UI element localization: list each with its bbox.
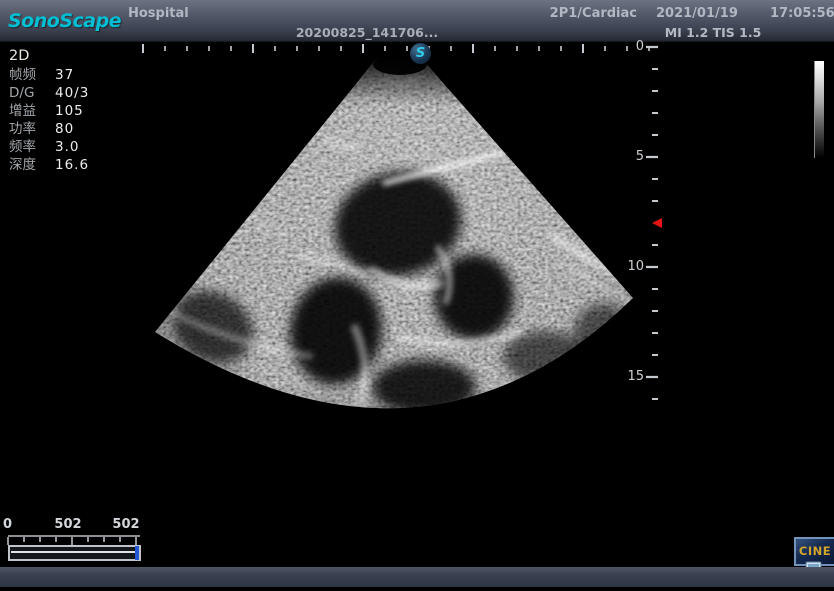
- param-row-frame-rate: 帧频37: [9, 66, 89, 84]
- mode-label: 2D: [9, 46, 89, 66]
- depth-ruler-label: 5: [618, 150, 644, 164]
- cine-current-frame-label: 502: [48, 517, 88, 532]
- cine-ruler: [8, 536, 140, 545]
- probe-exam-preset: 2P1/Cardiac: [537, 6, 637, 21]
- bottom-bar: [0, 567, 834, 587]
- cine-start-label: 0: [3, 517, 19, 532]
- param-row-dynamic-range: D/G40/3: [9, 84, 89, 102]
- hospital-name: Hospital: [128, 6, 189, 21]
- depth-ruler-label: 15: [618, 370, 644, 384]
- param-label: 帧频: [9, 66, 55, 84]
- focus-marker: [652, 218, 662, 228]
- mi-tis-indicator: MI 1.2 TIS 1.5: [653, 25, 773, 40]
- param-label: 频率: [9, 138, 55, 156]
- depth-ruler-label: 0: [618, 40, 644, 54]
- param-row-frequency: 频率3.0: [9, 138, 89, 156]
- cine-total-frames-label: 502: [106, 517, 146, 532]
- cine-progress-track[interactable]: [8, 545, 141, 561]
- param-label: 功率: [9, 120, 55, 138]
- depth-ruler-label: 10: [618, 260, 644, 274]
- grayscale-map-bar: [814, 61, 824, 158]
- param-row-power: 功率80: [9, 120, 89, 138]
- patient-file-name: 20200825_141706...: [287, 25, 447, 40]
- param-value: 16.6: [55, 157, 89, 173]
- param-label: 深度: [9, 156, 55, 174]
- brand-logo: SonoScape: [8, 10, 121, 32]
- param-value: 80: [55, 121, 74, 137]
- param-value: 37: [55, 67, 74, 83]
- param-label: D/G: [9, 84, 55, 102]
- param-label: 增益: [9, 102, 55, 120]
- imaging-params-panel: 2D 帧频37 D/G40/3 增益105 功率80 频率3.0 深度16.6: [9, 46, 89, 174]
- param-value: 3.0: [55, 139, 79, 155]
- ultrasound-image-canvas[interactable]: [0, 0, 834, 587]
- top-ruler: [143, 44, 649, 53]
- probe-orientation-icon: S: [410, 43, 431, 64]
- echo-fan-image[interactable]: [140, 50, 660, 435]
- header-bar: SonoScape Hospital 2P1/Cardiac 2021/01/1…: [0, 0, 834, 42]
- param-row-depth: 深度16.6: [9, 156, 89, 174]
- param-value: 40/3: [55, 85, 89, 101]
- exam-date: 2021/01/19: [656, 6, 736, 21]
- exam-time: 17:05:56: [770, 6, 830, 21]
- param-row-gain: 增益105: [9, 102, 89, 120]
- param-value: 105: [55, 103, 84, 119]
- cine-position-marker[interactable]: [135, 546, 139, 560]
